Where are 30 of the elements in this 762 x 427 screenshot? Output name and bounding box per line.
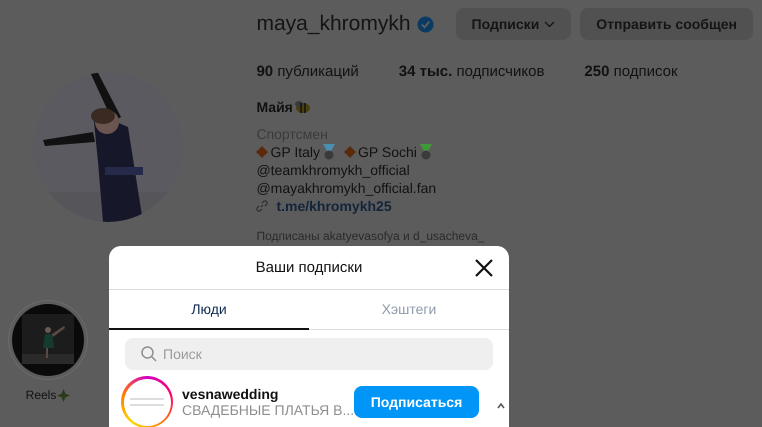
diamond-icon bbox=[344, 146, 356, 158]
bio-mention[interactable]: @mayakhromykh_official.fan bbox=[256, 179, 762, 197]
username: maya_khromykh bbox=[256, 12, 411, 36]
account-subtitle: СВАДЕБНЫЕ ПЛАТЬЯ В... bbox=[182, 402, 354, 418]
message-button[interactable]: Отправить сообщен bbox=[580, 8, 753, 40]
follow-button[interactable]: Подписаться bbox=[354, 386, 479, 418]
account-avatar[interactable] bbox=[121, 376, 173, 427]
dialog-tab[interactable]: Люди bbox=[109, 290, 309, 330]
following-button[interactable]: Подписки bbox=[456, 8, 572, 40]
search-field[interactable]: Поиск bbox=[125, 338, 493, 370]
close-button[interactable] bbox=[473, 257, 495, 279]
scroll-up-icon[interactable] bbox=[497, 403, 505, 409]
sparkle-icon bbox=[57, 388, 70, 402]
dialog-tab[interactable]: Хэштеги bbox=[309, 290, 509, 330]
highlight-ring[interactable] bbox=[8, 300, 88, 380]
diamond-icon bbox=[256, 146, 268, 158]
bio-mention[interactable]: @teamkhromykh_official bbox=[256, 161, 762, 179]
profile-link[interactable]: t.me/khromykh25 bbox=[276, 197, 392, 215]
dialog-title: Ваши подписки bbox=[256, 259, 362, 276]
account-username[interactable]: vesnawedding bbox=[182, 386, 354, 402]
display-name: Майя bbox=[256, 98, 293, 116]
bee-icon bbox=[292, 100, 311, 114]
highlight-label: Reels bbox=[26, 388, 56, 402]
profile-stat[interactable]: 90 публикаций bbox=[256, 63, 359, 80]
profile-stat[interactable]: 34 тыс. подписчиков bbox=[398, 63, 544, 80]
profile-stat[interactable]: 250 подписок bbox=[584, 63, 678, 80]
chevron-down-icon bbox=[544, 20, 556, 28]
link-icon bbox=[256, 200, 268, 212]
achievement-text: GP Sochi bbox=[358, 143, 417, 161]
achievement-text: GP Italy bbox=[270, 143, 320, 161]
